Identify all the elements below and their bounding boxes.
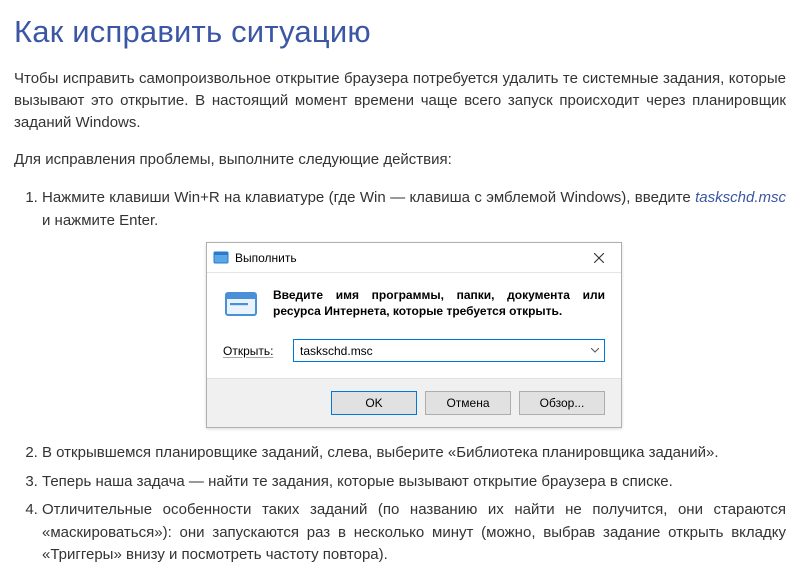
chevron-down-icon[interactable] [586, 340, 604, 361]
lead-paragraph: Для исправления проблемы, выполните след… [14, 149, 786, 171]
run-dialog-title: Выполнить [235, 249, 577, 267]
step-1-text-b: и нажмите Enter. [42, 212, 158, 229]
cancel-button[interactable]: Отмена [425, 391, 511, 415]
command-input[interactable] [293, 339, 605, 362]
steps-list: Нажмите клавиши Win+R на клавиатуре (где… [14, 187, 786, 567]
run-dialog-description: Введите имя программы, папки, документа … [273, 287, 605, 319]
browse-button[interactable]: Обзор... [519, 391, 605, 415]
step-3: Теперь наша задача — найти те задания, к… [42, 471, 786, 494]
ok-button[interactable]: OK [331, 391, 417, 415]
run-dialog-description-row: Введите имя программы, папки, документа … [223, 287, 605, 323]
run-dialog: Выполнить [206, 242, 622, 428]
article-section: Как исправить ситуацию Чтобы исправить с… [0, 0, 800, 587]
run-dialog-input-row: Открыть: [223, 339, 605, 362]
run-dialog-title-icon [213, 250, 229, 266]
step-1: Нажмите клавиши Win+R на клавиатуре (где… [42, 187, 786, 428]
step-1-command: taskschd.msc [695, 189, 786, 206]
step-1-text-a: Нажмите клавиши Win+R на клавиатуре (где… [42, 189, 695, 206]
run-dialog-footer: OK Отмена Обзор... [207, 378, 621, 427]
step-4: Отличительные особенности таких заданий … [42, 499, 786, 567]
close-icon [594, 253, 604, 263]
open-label: Открыть: [223, 342, 283, 360]
step-2: В открывшемся планировщике заданий, слев… [42, 442, 786, 465]
run-dialog-app-icon [223, 287, 259, 323]
command-combobox[interactable] [293, 339, 605, 362]
run-dialog-body: Введите имя программы, папки, документа … [207, 273, 621, 378]
intro-paragraph: Чтобы исправить самопроизвольное открыти… [14, 68, 786, 133]
section-heading: Как исправить ситуацию [14, 14, 786, 50]
run-dialog-titlebar: Выполнить [207, 243, 621, 273]
close-button[interactable] [577, 243, 621, 273]
